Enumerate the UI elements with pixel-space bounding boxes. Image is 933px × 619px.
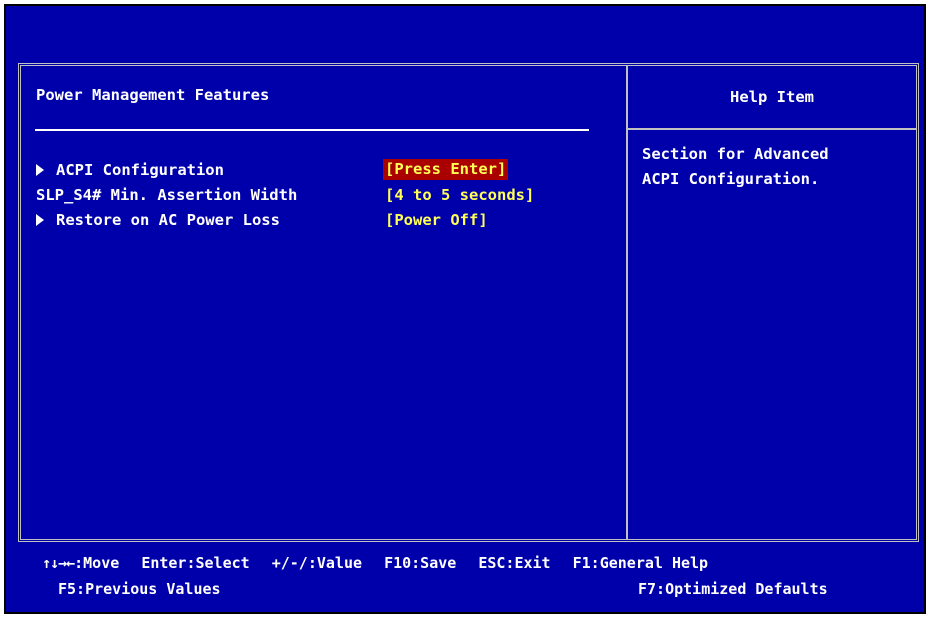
bios-screen: Power Management Features ACPI Configura… xyxy=(4,4,926,614)
help-panel: Help Item Section for Advanced ACPI Conf… xyxy=(628,66,916,539)
key-previous-values: F5:Previous Values xyxy=(58,580,221,598)
key-optimized-defaults: F7:Optimized Defaults xyxy=(638,580,828,598)
menu-item-slp-s4-min-assertion-width[interactable]: SLP_S4# Min. Assertion Width [4 to 5 sec… xyxy=(36,183,616,208)
key-value: +/-/:Value xyxy=(271,554,363,572)
arrow-keys-icon: ↑↓→← xyxy=(42,554,75,572)
menu-item-label: Restore on AC Power Loss xyxy=(36,211,280,229)
help-text: Section for Advanced ACPI Configuration. xyxy=(642,142,902,192)
settings-menu: ACPI Configuration [Press Enter] SLP_S4#… xyxy=(36,158,616,233)
key-move: ↑↓→←:Move xyxy=(42,554,120,572)
key-general-help: F1:General Help xyxy=(572,554,709,572)
key-save: F10:Save xyxy=(384,554,457,572)
title-divider xyxy=(35,129,589,131)
settings-panel: Power Management Features ACPI Configura… xyxy=(21,66,626,539)
menu-item-acpi-configuration[interactable]: ACPI Configuration [Press Enter] xyxy=(36,158,616,183)
menu-item-restore-on-ac-power-loss[interactable]: Restore on AC Power Loss [Power Off] xyxy=(36,208,616,233)
menu-item-value[interactable]: [4 to 5 seconds] xyxy=(385,186,534,204)
help-line: ACPI Configuration. xyxy=(642,170,820,188)
help-title: Help Item xyxy=(730,88,814,106)
setup-frame: Power Management Features ACPI Configura… xyxy=(18,63,919,542)
submenu-arrow-icon xyxy=(36,164,44,176)
menu-item-value[interactable]: [Press Enter] xyxy=(383,159,509,180)
menu-item-label: SLP_S4# Min. Assertion Width xyxy=(36,186,298,204)
help-divider xyxy=(628,128,916,130)
page-title: Power Management Features xyxy=(36,86,270,104)
menu-item-label: ACPI Configuration xyxy=(36,161,224,179)
help-line: Section for Advanced xyxy=(642,145,829,163)
key-legend-line-1: ↑↓→←:Move Enter:Select +/-/:Value F10:Sa… xyxy=(42,554,708,572)
key-legend: ↑↓→←:Move Enter:Select +/-/:Value F10:Sa… xyxy=(6,554,924,612)
key-select: Enter:Select xyxy=(141,554,250,572)
key-exit: ESC:Exit xyxy=(478,554,551,572)
menu-item-value[interactable]: [Power Off] xyxy=(385,211,488,229)
submenu-arrow-icon xyxy=(36,214,44,226)
